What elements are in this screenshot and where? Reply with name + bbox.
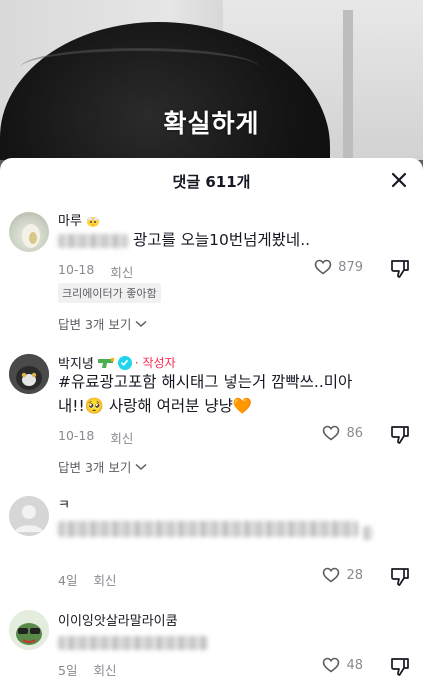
comments-header: 댓글 611개 [0, 158, 423, 202]
avatar[interactable] [9, 212, 49, 252]
like-count: 28 [346, 567, 363, 583]
username-text: 마루 [58, 214, 82, 229]
comments-title: 댓글 611개 [172, 173, 251, 191]
comment-meta: 10-18 회신 [58, 428, 133, 447]
like-count: 86 [346, 425, 363, 441]
comment-date: 4일 [58, 573, 78, 588]
username-text: 이이잉앗살라말라이쿰 [58, 614, 178, 629]
comment-username[interactable]: 마루 [58, 210, 101, 229]
blurred-text-line [58, 520, 358, 537]
comment-text-blurred [58, 630, 383, 654]
comment-meta: 5일 회신 [58, 660, 116, 679]
default-avatar-icon [9, 496, 49, 536]
avatar[interactable] [9, 496, 49, 536]
reply-button[interactable]: 회신 [110, 262, 133, 281]
heart-icon [323, 425, 340, 441]
close-button[interactable] [387, 168, 411, 192]
avatar[interactable] [9, 354, 49, 394]
comment-text: 광고를 오늘10번넘게봤네.. [58, 228, 383, 252]
comment-text-line: 내!!🥺 사랑해 여러분 냥냥🧡 [58, 397, 253, 415]
heart-icon [323, 567, 340, 583]
comment-date: 10-18 [58, 262, 95, 277]
comment-date: 5일 [58, 663, 78, 678]
dislike-icon[interactable] [389, 566, 411, 588]
username-text: ㅋ [58, 498, 70, 513]
comment-meta: 10-18 회신 [58, 262, 133, 281]
comment-item: 마루 광고를 오늘10번넘게봤네.. 10-18 회신 879 크리에이터가 좋 [0, 206, 423, 342]
view-replies-label: 답변 3개 보기 [58, 460, 132, 475]
reply-button[interactable]: 회신 [110, 428, 133, 447]
dislike-icon[interactable] [389, 656, 411, 678]
dislike-icon[interactable] [389, 258, 411, 280]
blurred-text-line [362, 525, 373, 540]
blurred-text-line [58, 635, 208, 650]
like-button[interactable]: 48 [322, 657, 363, 673]
like-count: 48 [346, 657, 363, 673]
comment-text-line: #유료광고포함 해시태그 넣는거 깜빡쓰..미아 [58, 373, 353, 391]
comment-text-blurred [58, 516, 383, 540]
reply-button[interactable]: 회신 [93, 570, 116, 589]
avatar[interactable] [9, 610, 49, 650]
video-subject-hair-highlight [20, 48, 260, 88]
heart-icon [323, 657, 340, 673]
chick-emoji-icon [86, 216, 100, 227]
video-caption: 확실하게 [163, 109, 260, 138]
like-count: 879 [338, 259, 363, 275]
view-replies-label: 답변 3개 보기 [58, 317, 132, 332]
creator-liked-badge: 크리에이터가 좋아함 [58, 283, 161, 303]
like-button[interactable]: 879 [314, 259, 363, 275]
comment-text-content: 광고를 오늘10번넘게봤네.. [132, 231, 311, 249]
like-button[interactable]: 28 [322, 567, 363, 583]
comment-item: ㅋ 4일 회신 28 [0, 490, 423, 595]
chevron-down-icon [135, 463, 147, 470]
verified-icon [117, 355, 132, 370]
view-replies-button[interactable]: 답변 3개 보기 [58, 314, 147, 333]
comments-sheet: 댓글 611개 마루 광고를 오늘10번넘게봤네.. 10-18 회신 879 … [0, 158, 423, 693]
comment-username[interactable]: 이이잉앗살라말라이쿰 [58, 610, 178, 629]
like-button[interactable]: 86 [322, 425, 363, 441]
water-gun-emoji-icon [97, 357, 114, 368]
view-replies-button[interactable]: 답변 3개 보기 [58, 457, 147, 476]
heart-icon [314, 259, 332, 275]
comment-item: 박지녕 · 작성자 #유료광고포함 해시태그 넣는거 깜빡쓰..미아 내!!🥺 … [0, 348, 423, 478]
comment-date: 10-18 [58, 428, 95, 443]
avatar-image [9, 610, 49, 650]
close-icon [391, 172, 407, 188]
reply-button[interactable]: 회신 [93, 660, 116, 679]
comment-meta: 4일 회신 [58, 570, 116, 589]
avatar-image [22, 224, 40, 248]
comment-item: 이이잉앗살라말라이쿰 5일 회신 48 [0, 604, 423, 693]
video-player[interactable]: 확실하게 [0, 0, 423, 160]
comment-text: #유료광고포함 해시태그 넣는거 깜빡쓰..미아 내!!🥺 사랑해 여러분 냥냥… [58, 370, 403, 418]
chevron-down-icon [135, 320, 147, 327]
dislike-icon[interactable] [389, 424, 411, 446]
avatar-image [9, 354, 49, 394]
blurred-mention [58, 233, 128, 248]
author-tag: · 작성자 [134, 356, 176, 370]
comment-username[interactable]: ㅋ [58, 494, 70, 513]
